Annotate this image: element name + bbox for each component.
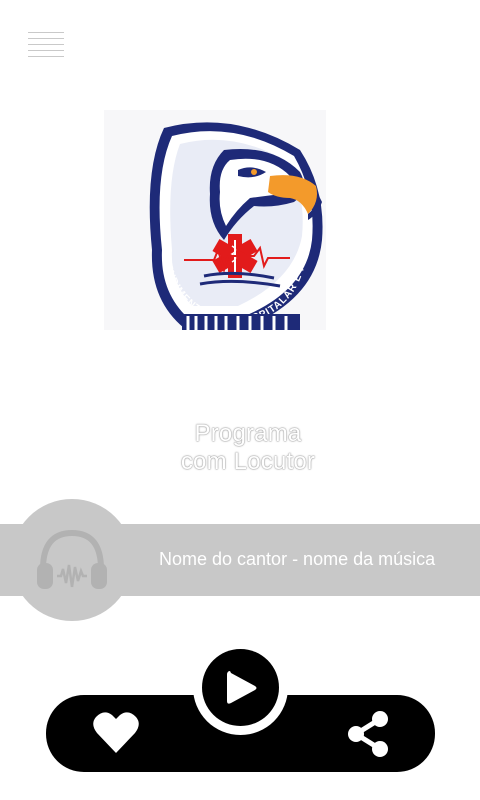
play-icon [227,671,257,704]
radio-player-screen: ATENDIMENTO PRÉ-HOSPITALAR E RESGATE Pro… [0,0,480,800]
album-cover [11,499,133,621]
heart-icon [93,712,139,753]
menu-line [28,56,64,57]
menu-line [28,32,64,33]
share-button[interactable] [344,709,392,759]
station-logo: ATENDIMENTO PRÉ-HOSPITALAR E RESGATE [104,110,326,330]
menu-line [28,38,64,39]
program-title: Programa com Locutor [0,420,480,476]
play-button[interactable] [202,649,279,726]
headphones-icon [37,529,107,589]
program-title-line2: com Locutor [180,448,316,475]
menu-line [28,44,64,45]
track-info: Nome do cantor - nome da música [159,549,436,569]
eagle-star-of-life-logo: ATENDIMENTO PRÉ-HOSPITALAR E RESGATE [104,110,323,330]
program-title-line1: Programa [194,420,302,447]
share-icon [348,711,388,757]
like-button[interactable] [92,711,140,755]
hamburger-menu-icon[interactable] [28,32,64,62]
menu-line [28,50,64,51]
